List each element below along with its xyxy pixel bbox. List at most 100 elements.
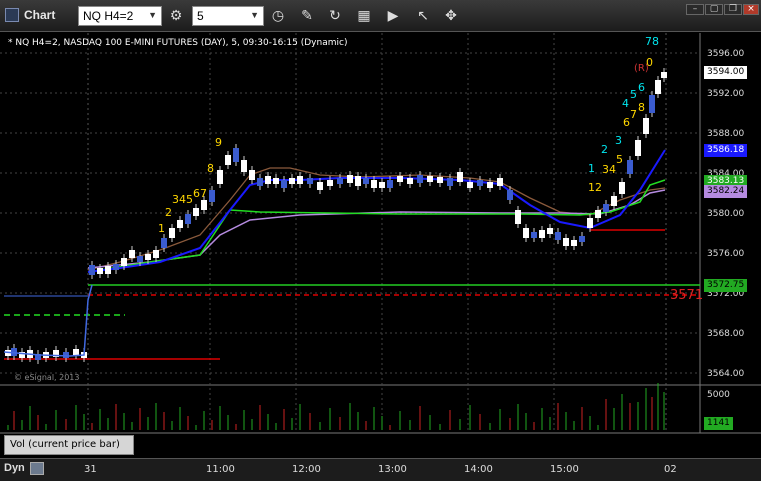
time-tick: 14:00 [464,464,493,475]
candle [89,265,95,275]
count-label: 2 [165,206,172,219]
candle [531,232,537,238]
candle [249,170,255,180]
candle [233,148,239,162]
candle [627,160,633,174]
candle [437,177,443,183]
candle [487,182,493,188]
candle [363,178,369,184]
count-label: 1 [158,222,165,235]
count-label: 9 [215,136,222,149]
candle [655,80,661,94]
candle [145,254,151,260]
candle [571,240,577,246]
candle [407,178,413,184]
candle [427,176,433,182]
count-label: 7 [630,108,637,121]
close-button[interactable]: × [743,4,759,15]
candle [105,266,111,274]
candle [595,210,601,218]
count-label: 345 [172,193,193,206]
count-label: 0 [646,56,653,69]
count-label: 5 [616,153,623,166]
refresh-icon[interactable]: ↻ [325,6,345,26]
count-label: 34 [602,163,616,176]
cursor-icon[interactable]: ↖ [413,6,433,26]
candle [297,176,303,184]
restore-button[interactable]: ❐ [724,4,742,15]
candle [603,204,609,212]
price-tick: 3564.00 [707,369,744,379]
dynamic-mode-label[interactable]: Dyn [4,462,25,474]
candle [185,214,191,224]
count-label: 8 [638,101,645,114]
count-label: 3 [615,134,622,147]
candle [317,182,323,190]
candle [265,176,271,184]
symbol-select[interactable]: NQ H4=2 ▼ [78,6,162,26]
candle [97,268,103,274]
settings-gear-icon[interactable]: ⚙ [166,6,186,26]
count-label: 6 [623,116,630,129]
symbol-value: NQ H4=2 [83,9,134,23]
candle [169,228,175,238]
candle [523,228,529,238]
minimize-button[interactable]: – [686,4,704,15]
count-label: 4 [622,97,629,110]
chart-app-icon [5,8,19,22]
candle [649,95,655,113]
time-tick: 02 [664,464,677,475]
candle [587,218,593,228]
count-label: 78 [645,35,659,48]
price-tick: 3592.00 [707,89,744,99]
play-icon[interactable]: ▶ [383,6,403,26]
candle [371,180,377,188]
count-label: 5 [630,88,637,101]
count-label: 67 [193,187,207,200]
volume-pane-title[interactable]: Vol (current price bar) [4,435,134,455]
candle [467,182,473,188]
price-tick: 3576.00 [707,249,744,259]
candle [579,236,585,242]
candle [121,258,127,266]
candle [337,178,343,184]
candle [457,172,463,182]
study-icon[interactable]: ▦ [354,6,374,26]
candle [355,176,361,186]
candle [497,178,503,186]
candle [619,182,625,194]
count-label: 2 [601,143,608,156]
candle [477,180,483,186]
candle [161,238,167,248]
purple-ma-label: 3582.24 [704,185,748,198]
candle [611,196,617,206]
interval-select[interactable]: 5 ▼ [192,6,264,26]
time-axis-bar: Dyn 31 11:00 12:00 13:00 14:00 15:00 02 [0,458,761,481]
candle [643,118,649,134]
blue-ma-label: 3586.18 [704,144,748,157]
chevron-down-icon[interactable]: ▼ [148,10,157,20]
pencil-draw-icon[interactable]: ✎ [297,6,317,26]
toolbar: Chart NQ H4=2 ▼ ⚙ 5 ▼ ◷ ✎ ↻ ▦ ▶ ↖ ✥ – ▢ … [0,0,761,32]
candle [547,228,553,234]
candle [447,178,453,186]
price-tick: 3588.00 [707,129,744,139]
price-chart[interactable]: 1 2 345 67 8 9 1 2 3 4 5 6 78 (R) 0 12 3… [0,33,761,458]
candle [417,175,423,183]
candle [379,182,385,188]
zoom-icon[interactable] [30,462,44,475]
price-tick: 3568.00 [707,329,744,339]
watermark: © eSignal, 2013 [14,373,79,382]
count-label: 8 [207,162,214,175]
time-tick: 31 [84,464,97,475]
app-title: Chart [24,8,56,22]
maximize-button[interactable]: ▢ [705,4,723,15]
candle [563,238,569,246]
candle [327,180,333,186]
link-icon[interactable]: ✥ [441,6,461,26]
candle [73,349,79,355]
chevron-down-icon[interactable]: ▼ [250,10,259,20]
clock-icon[interactable]: ◷ [268,6,288,26]
volume-bars [7,383,665,430]
candle [397,176,403,182]
